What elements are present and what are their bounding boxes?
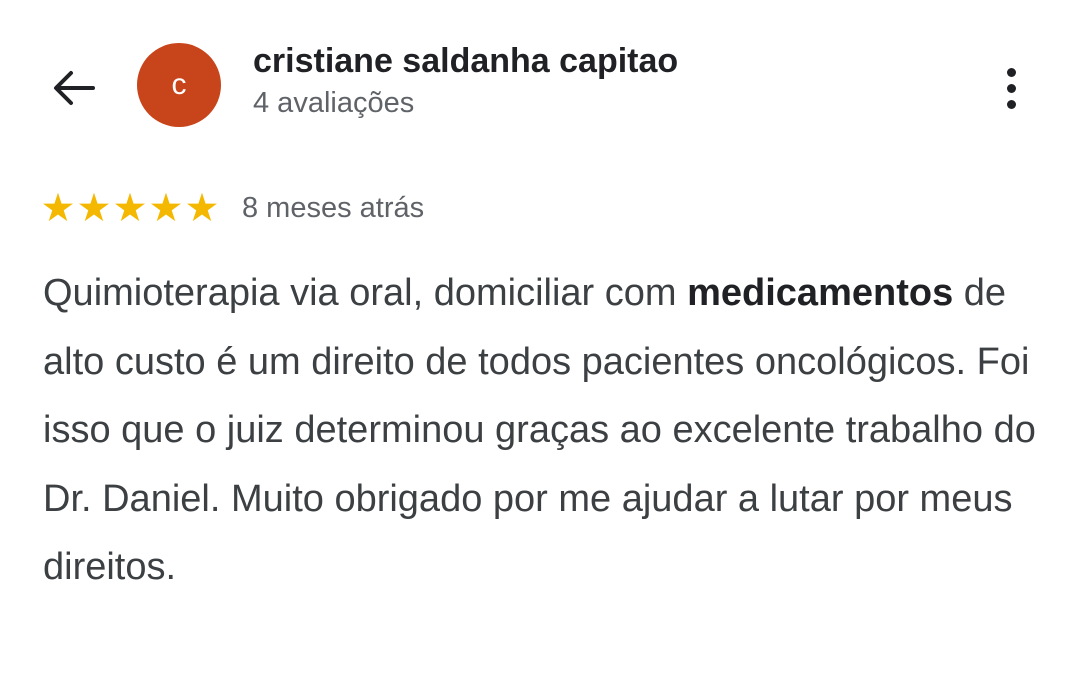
star-icon: ★ xyxy=(40,186,76,230)
avatar[interactable]: c xyxy=(137,43,221,127)
avatar-letter: c xyxy=(171,68,187,101)
star-icon: ★ xyxy=(112,186,148,230)
rating-row: ★ ★ ★ ★ ★ 8 meses atrás xyxy=(40,184,425,232)
more-vertical-icon xyxy=(1006,67,1016,77)
author-name[interactable]: cristiane saldanha capitao xyxy=(253,40,678,82)
more-vertical-icon xyxy=(1006,83,1016,93)
review-text-start: Quimioterapia via oral, domiciliar com xyxy=(43,272,688,314)
review-text-end: de alto custo é um direito de todos paci… xyxy=(43,272,1036,588)
review-text: Quimioterapia via oral, domiciliar com m… xyxy=(43,259,1053,602)
more-options-button[interactable] xyxy=(988,62,1034,114)
review-count: 4 avaliações xyxy=(253,87,415,119)
arrow-left-icon xyxy=(54,71,95,105)
review-time: 8 meses atrás xyxy=(242,191,425,224)
star-icon: ★ xyxy=(148,186,184,230)
more-vertical-icon xyxy=(1006,99,1016,109)
reviewer-info: cristiane saldanha capitao 4 avaliações xyxy=(253,40,678,123)
star-icon: ★ xyxy=(184,186,220,230)
back-button[interactable] xyxy=(48,62,100,114)
review-text-highlight: medicamentos xyxy=(687,272,954,314)
star-rating: ★ ★ ★ ★ ★ xyxy=(40,189,220,228)
star-icon: ★ xyxy=(76,186,112,230)
